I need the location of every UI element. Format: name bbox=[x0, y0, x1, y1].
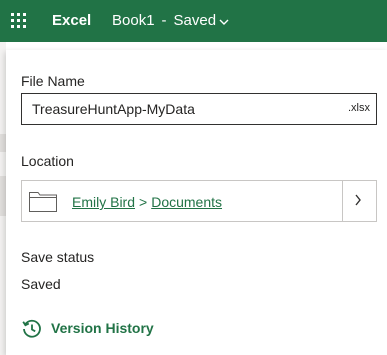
location-link-user[interactable]: Emily Bird bbox=[72, 194, 135, 210]
title-separator: - bbox=[161, 12, 167, 29]
history-icon bbox=[22, 319, 41, 338]
document-name: Book1 bbox=[112, 12, 155, 29]
save-status-value: Saved bbox=[21, 276, 61, 292]
chevron-right-icon bbox=[355, 194, 361, 206]
location-picker[interactable]: Emily Bird > Documents bbox=[21, 180, 377, 222]
browse-location-button[interactable] bbox=[343, 181, 376, 221]
file-name-label: File Name bbox=[21, 73, 85, 89]
file-name-field[interactable]: .xlsx bbox=[21, 93, 377, 125]
chevron-down-icon bbox=[219, 13, 229, 30]
document-title-button[interactable]: Book1- Saved bbox=[112, 12, 229, 30]
location-path: Emily Bird > Documents bbox=[72, 194, 222, 210]
top-bar: Excel Book1- Saved bbox=[0, 0, 387, 42]
location-label: Location bbox=[21, 153, 74, 169]
waffle-icon[interactable] bbox=[11, 13, 27, 29]
file-extension: .xlsx bbox=[348, 102, 370, 114]
save-state: Saved bbox=[173, 12, 217, 29]
app-name[interactable]: Excel bbox=[52, 12, 91, 29]
save-status-label: Save status bbox=[21, 249, 95, 265]
location-link-documents[interactable]: Documents bbox=[151, 194, 222, 210]
folder-icon bbox=[29, 192, 57, 212]
version-history-label: Version History bbox=[51, 320, 154, 336]
file-name-input[interactable] bbox=[22, 94, 342, 124]
path-separator: > bbox=[139, 194, 148, 210]
file-info-panel: File Name .xlsx Location Emily Bird>Docu… bbox=[6, 50, 387, 355]
